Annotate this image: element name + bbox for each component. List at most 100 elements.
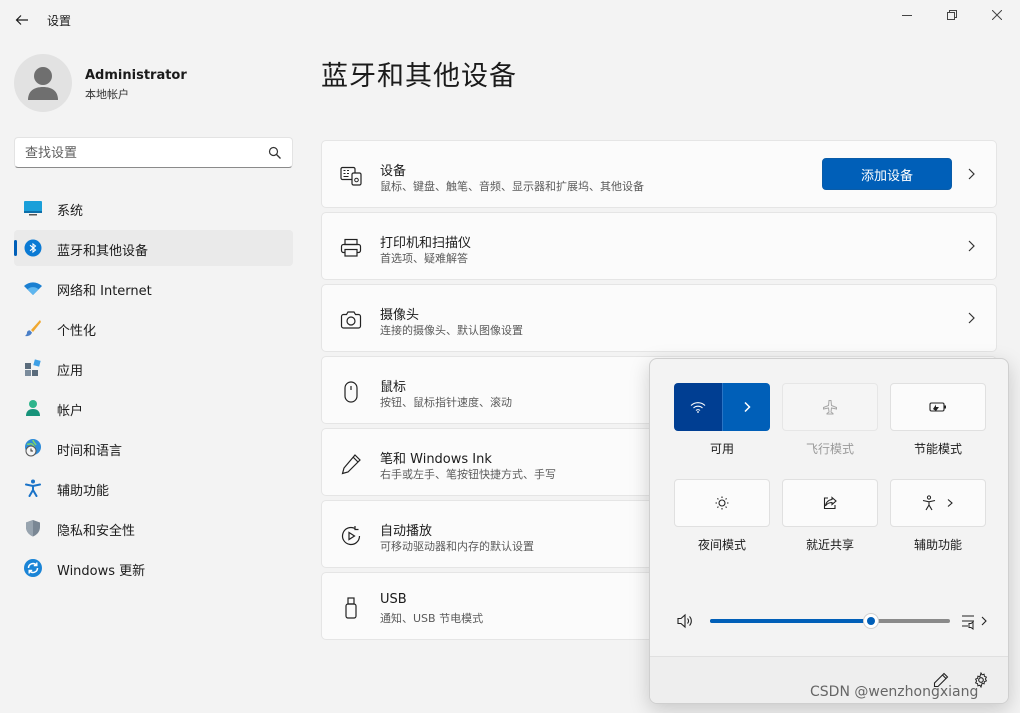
audio-output-button[interactable]	[960, 611, 992, 631]
search-input[interactable]	[25, 144, 265, 162]
accessibility-icon	[23, 478, 43, 498]
tile-label-battery-saver: 节能模式	[913, 442, 962, 456]
sidebar-item-personalization[interactable]: 个性化	[14, 310, 293, 346]
tile-label-airplane: 飞行模式	[805, 442, 854, 456]
monitor-icon	[23, 198, 43, 218]
tile-label-wifi: 可用	[709, 442, 734, 456]
globe-clock-icon	[23, 438, 43, 458]
minimize-button[interactable]	[884, 0, 930, 30]
mouse-icon	[340, 381, 362, 403]
volume-slider-thumb[interactable]	[862, 613, 879, 629]
chevron-right-icon	[968, 168, 975, 180]
card-subtitle: 通知、USB 节电模式	[380, 612, 484, 625]
sidebar-item-label: 应用	[57, 364, 84, 379]
tile-label-nearby-share: 就近共享	[805, 538, 854, 552]
brush-icon	[23, 318, 43, 338]
sidebar-item-label: Windows 更新	[57, 564, 146, 579]
camera-card[interactable]: 摄像头 连接的摄像头、默认图像设置	[321, 284, 997, 352]
audio-output-icon	[962, 615, 987, 630]
sidebar-item-accounts[interactable]: 帐户	[14, 390, 293, 426]
pen-icon	[340, 453, 362, 475]
title-bar: 设置	[0, 0, 1020, 40]
sidebar-item-bluetooth[interactable]: 蓝牙和其他设备	[14, 230, 293, 266]
wifi-tile[interactable]	[674, 383, 770, 431]
accessibility-icon	[922, 495, 936, 511]
restore-icon	[947, 10, 957, 20]
sidebar-item-accessibility[interactable]: 辅助功能	[14, 470, 293, 506]
sidebar-item-label: 网络和 Internet	[57, 284, 152, 299]
update-icon	[23, 558, 43, 578]
user-name: Administrator	[85, 68, 187, 83]
sidebar-item-label: 蓝牙和其他设备	[57, 244, 149, 259]
bluetooth-icon	[23, 238, 43, 258]
tile-label-night-light: 夜间模式	[697, 538, 746, 552]
card-subtitle: 可移动驱动器和内存的默认设置	[380, 540, 534, 553]
wifi-icon	[690, 402, 706, 413]
brightness-icon	[715, 496, 729, 510]
restore-button[interactable]	[929, 0, 975, 30]
apps-icon	[23, 358, 43, 378]
share-icon	[823, 496, 837, 510]
volume-slider-fill	[710, 619, 871, 623]
sidebar-item-network[interactable]: 网络和 Internet	[14, 270, 293, 306]
camera-icon	[340, 309, 362, 331]
usb-icon	[340, 597, 362, 619]
account-type: 本地帐户	[85, 88, 129, 101]
watermark: CSDN @wenzhongxiang	[810, 684, 979, 700]
card-title: 笔和 Windows Ink	[380, 452, 492, 467]
card-title: USB	[380, 592, 407, 607]
card-title: 打印机和扫描仪	[380, 236, 472, 251]
back-button[interactable]	[8, 6, 36, 34]
card-subtitle: 按钮、鼠标指针速度、滚动	[380, 396, 512, 409]
wifi-icon	[23, 278, 43, 298]
sidebar-item-label: 帐户	[57, 404, 84, 419]
card-title: 摄像头	[380, 308, 420, 323]
minimize-icon	[902, 15, 912, 16]
app-title: 设置	[47, 14, 72, 28]
card-subtitle: 连接的摄像头、默认图像设置	[380, 324, 523, 337]
devices-icon	[340, 165, 362, 187]
devices-card[interactable]: 设备 鼠标、键盘、触笔、音频、显示器和扩展坞、其他设备 添加设备	[321, 140, 997, 208]
card-title: 设备	[380, 164, 407, 179]
close-icon	[992, 10, 1002, 20]
card-subtitle: 鼠标、键盘、触笔、音频、显示器和扩展坞、其他设备	[380, 180, 644, 193]
close-button[interactable]	[974, 0, 1020, 30]
airplane-mode-tile[interactable]	[782, 383, 878, 431]
speaker-icon[interactable]	[676, 613, 694, 629]
back-arrow-icon	[15, 15, 28, 25]
airplane-icon	[823, 400, 837, 415]
battery-saver-tile[interactable]	[890, 383, 986, 431]
wifi-expand-button[interactable]	[722, 383, 770, 431]
page-title: 蓝牙和其他设备	[321, 61, 517, 92]
sidebar-item-label: 个性化	[57, 324, 97, 339]
wifi-toggle[interactable]	[674, 383, 722, 431]
sidebar-item-label: 系统	[57, 204, 84, 219]
search-icon[interactable]	[268, 146, 282, 160]
person-avatar-icon	[28, 67, 58, 100]
sidebar-item-privacy[interactable]: 隐私和安全性	[14, 510, 293, 546]
sidebar-nav: 系统 蓝牙和其他设备 网络和 Internet 个性化 应用 帐户 时间和语言 …	[14, 190, 293, 590]
printers-card[interactable]: 打印机和扫描仪 首选项、疑难解答	[321, 212, 997, 280]
sidebar-item-label: 隐私和安全性	[57, 524, 136, 539]
avatar[interactable]	[14, 54, 72, 112]
chevron-right-icon	[743, 401, 751, 413]
add-device-button[interactable]: 添加设备	[822, 158, 952, 190]
sidebar-item-system[interactable]: 系统	[14, 190, 293, 226]
autoplay-icon	[340, 525, 362, 547]
card-subtitle: 右手或左手、笔按钮快捷方式、手写	[380, 468, 556, 481]
nearby-share-tile[interactable]	[782, 479, 878, 527]
volume-slider[interactable]	[710, 613, 950, 629]
tile-label-accessibility: 辅助功能	[913, 538, 962, 552]
search-box	[14, 137, 293, 168]
sidebar-item-time-language[interactable]: 时间和语言	[14, 430, 293, 466]
sidebar-item-windows-update[interactable]: Windows 更新	[14, 550, 293, 586]
card-subtitle: 首选项、疑难解答	[380, 252, 468, 265]
volume-row	[674, 609, 994, 633]
night-light-tile[interactable]	[674, 479, 770, 527]
printer-icon	[340, 237, 362, 259]
chevron-right-icon	[968, 240, 975, 252]
sidebar-item-apps[interactable]: 应用	[14, 350, 293, 386]
person-icon	[23, 398, 43, 418]
accessibility-tile[interactable]	[890, 479, 986, 527]
card-title: 鼠标	[380, 380, 407, 395]
